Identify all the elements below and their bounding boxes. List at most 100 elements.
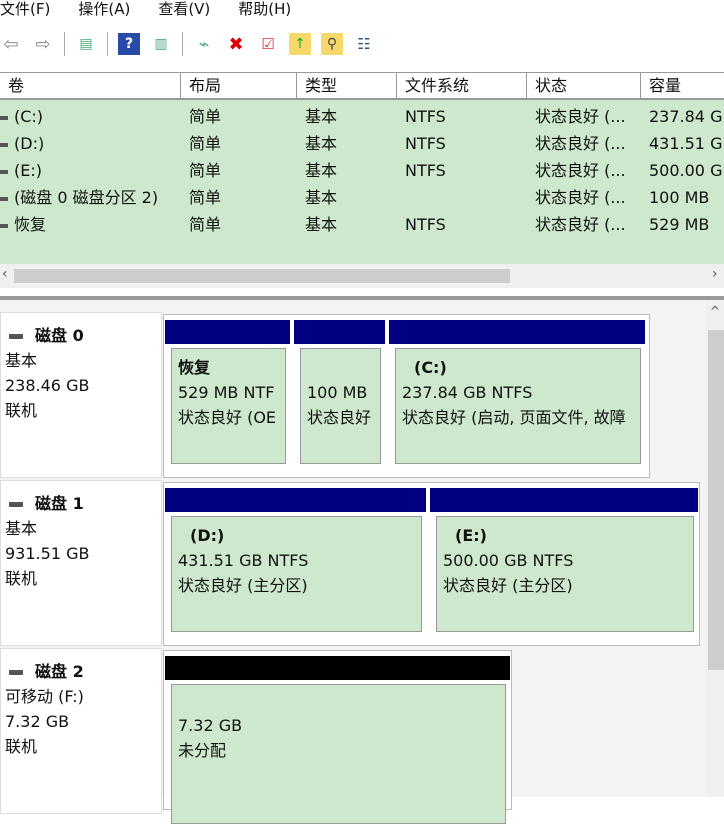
back-icon[interactable]: ⇦	[0, 33, 22, 55]
disk-state: 联机	[5, 401, 38, 420]
partition-status: 状态良好 (主分区)	[443, 576, 573, 595]
partition-size: 100 MB	[307, 383, 368, 402]
cell-text: 状态良好 (...	[535, 134, 626, 153]
cell-text: NTFS	[405, 161, 446, 180]
show-hide-action-pane-icon[interactable]: ▥	[150, 33, 172, 55]
help-icon[interactable]: ?	[118, 33, 140, 55]
disk-icon	[9, 670, 23, 675]
cell-text: 状态良好 (...	[535, 188, 626, 207]
partition[interactable]: (D:) 431.51 GB NTFS 状态良好 (主分区)	[171, 516, 422, 632]
partition-size: 431.51 GB NTFS	[178, 551, 309, 570]
scrollbar-thumb[interactable]	[708, 330, 724, 670]
disk-state: 联机	[5, 569, 38, 588]
folder-search-icon[interactable]: ⚲	[321, 33, 343, 55]
menu-file[interactable]: 文件(F)	[0, 0, 50, 22]
cell-fs	[397, 184, 527, 211]
cell-type: 基本	[297, 157, 397, 184]
column-header-filesystem[interactable]: 文件系统	[397, 73, 527, 99]
cell-text: 恢复	[14, 215, 47, 234]
cell-text: 500.00 G	[649, 161, 723, 180]
menu-action[interactable]: 操作(A)	[78, 0, 130, 22]
cell-text: 基本	[305, 161, 338, 180]
volume-icon	[0, 196, 8, 201]
scroll-right-icon[interactable]: ›	[712, 266, 718, 282]
column-header-volume[interactable]: 卷	[0, 73, 181, 99]
menu-help[interactable]: 帮助(H)	[238, 0, 291, 22]
cell-layout: 简单	[181, 103, 297, 130]
cell-status: 状态良好 (...	[527, 157, 641, 184]
table-row[interactable]: (C:) 简单 基本 NTFS 状态良好 (... 237.84 G	[0, 103, 724, 130]
scroll-left-icon[interactable]: ‹	[2, 266, 8, 282]
disk-label-2[interactable]: 磁盘 2 可移动 (F:) 7.32 GB 联机	[0, 648, 162, 814]
partition-status: 状态良好 (主分区)	[178, 576, 308, 595]
disk-icon	[9, 502, 23, 507]
table-row[interactable]: (E:) 简单 基本 NTFS 状态良好 (... 500.00 G	[0, 157, 724, 184]
cell-text: 简单	[189, 215, 222, 234]
partition-title: (C:)	[414, 358, 447, 377]
column-header-capacity[interactable]: 容量	[641, 73, 724, 99]
partition-size: 7.32 GB	[178, 716, 243, 735]
volume-list: 卷 布局 类型 文件系统 状态 容量 (C:) 简单 基本 NTFS 状态良好 (...…	[0, 72, 724, 264]
partition[interactable]: 7.32 GB 未分配	[171, 684, 506, 824]
properties-icon[interactable]: ☷	[353, 33, 375, 55]
cell-type: 基本	[297, 184, 397, 211]
folder-up-icon[interactable]: ↑	[289, 33, 311, 55]
partition-bar	[165, 320, 290, 344]
cell-text: NTFS	[405, 107, 446, 126]
table-row[interactable]: 恢复 简单 基本 NTFS 状态良好 (... 529 MB	[0, 211, 724, 238]
cell-text: 简单	[189, 107, 222, 126]
table-row[interactable]: (磁盘 0 磁盘分区 2) 简单 基本 状态良好 (... 100 MB	[0, 184, 724, 211]
partition[interactable]: 100 MB 状态良好	[300, 348, 381, 464]
delete-icon[interactable]: ✖	[225, 33, 247, 55]
partition-bar	[165, 656, 510, 680]
cell-text: (C:)	[14, 107, 44, 126]
cell-status: 状态良好 (...	[527, 184, 641, 211]
cell-capacity: 529 MB	[641, 211, 724, 238]
disk-name-text: 磁盘 2	[35, 662, 84, 681]
cell-capacity: 500.00 G	[641, 157, 724, 184]
partition-bar	[294, 320, 385, 344]
cell-text: 431.51 G	[649, 134, 723, 153]
column-header-status[interactable]: 状态	[527, 73, 641, 99]
table-row[interactable]: (D:) 简单 基本 NTFS 状态良好 (... 431.51 G	[0, 130, 724, 157]
forward-icon[interactable]: ⇨	[32, 33, 54, 55]
cell-text: (D:)	[14, 134, 45, 153]
connect-disk-icon[interactable]: ⌁	[193, 33, 215, 55]
disk-size: 931.51 GB	[5, 544, 90, 563]
scrollbar-thumb[interactable]	[14, 269, 510, 283]
menu-bar: 文件(F) 操作(A) 查看(V) 帮助(H)	[0, 0, 724, 22]
cell-text: 237.84 G	[649, 107, 723, 126]
cell-type: 基本	[297, 211, 397, 238]
scroll-up-icon[interactable]: ^	[710, 304, 720, 318]
cell-name: (C:)	[0, 103, 181, 130]
cell-fs: NTFS	[397, 211, 527, 238]
show-hide-console-tree-icon[interactable]: ▤	[75, 33, 97, 55]
disk-label-0[interactable]: 磁盘 0 基本 238.46 GB 联机	[0, 312, 162, 478]
check-icon[interactable]: ☑	[257, 33, 279, 55]
partition-status: 状态良好 (启动, 页面文件, 故障	[402, 408, 626, 427]
separator	[182, 32, 183, 56]
partition-title: (D:)	[190, 526, 225, 545]
cell-text: 状态良好 (...	[535, 215, 626, 234]
cell-capacity: 100 MB	[641, 184, 724, 211]
horizontal-scrollbar[interactable]: ‹ ›	[0, 264, 724, 288]
separator	[107, 32, 108, 56]
cell-type: 基本	[297, 103, 397, 130]
cell-capacity: 237.84 G	[641, 103, 724, 130]
disk-label-1[interactable]: 磁盘 1 基本 931.51 GB 联机	[0, 480, 162, 646]
disk-kind: 基本	[5, 351, 38, 370]
volume-icon	[0, 115, 8, 120]
column-header-layout[interactable]: 布局	[181, 73, 297, 99]
disk-size: 238.46 GB	[5, 376, 90, 395]
toolbar: ⇦ ⇨ ▤ ? ▥ ⌁ ✖ ☑ ↑ ⚲ ☷	[0, 26, 724, 62]
column-header-type[interactable]: 类型	[297, 73, 397, 99]
cell-text: 基本	[305, 134, 338, 153]
partition-size: 529 MB NTF	[178, 383, 275, 402]
partition[interactable]: (C:) 237.84 GB NTFS 状态良好 (启动, 页面文件, 故障	[395, 348, 641, 464]
menu-view[interactable]: 查看(V)	[158, 0, 210, 22]
cell-text: 状态良好 (...	[535, 107, 626, 126]
partition[interactable]: 恢复 529 MB NTF 状态良好 (OE	[171, 348, 286, 464]
partition[interactable]: (E:) 500.00 GB NTFS 状态良好 (主分区)	[436, 516, 694, 632]
disk-name: 磁盘 0	[5, 323, 161, 348]
cell-fs: NTFS	[397, 103, 527, 130]
